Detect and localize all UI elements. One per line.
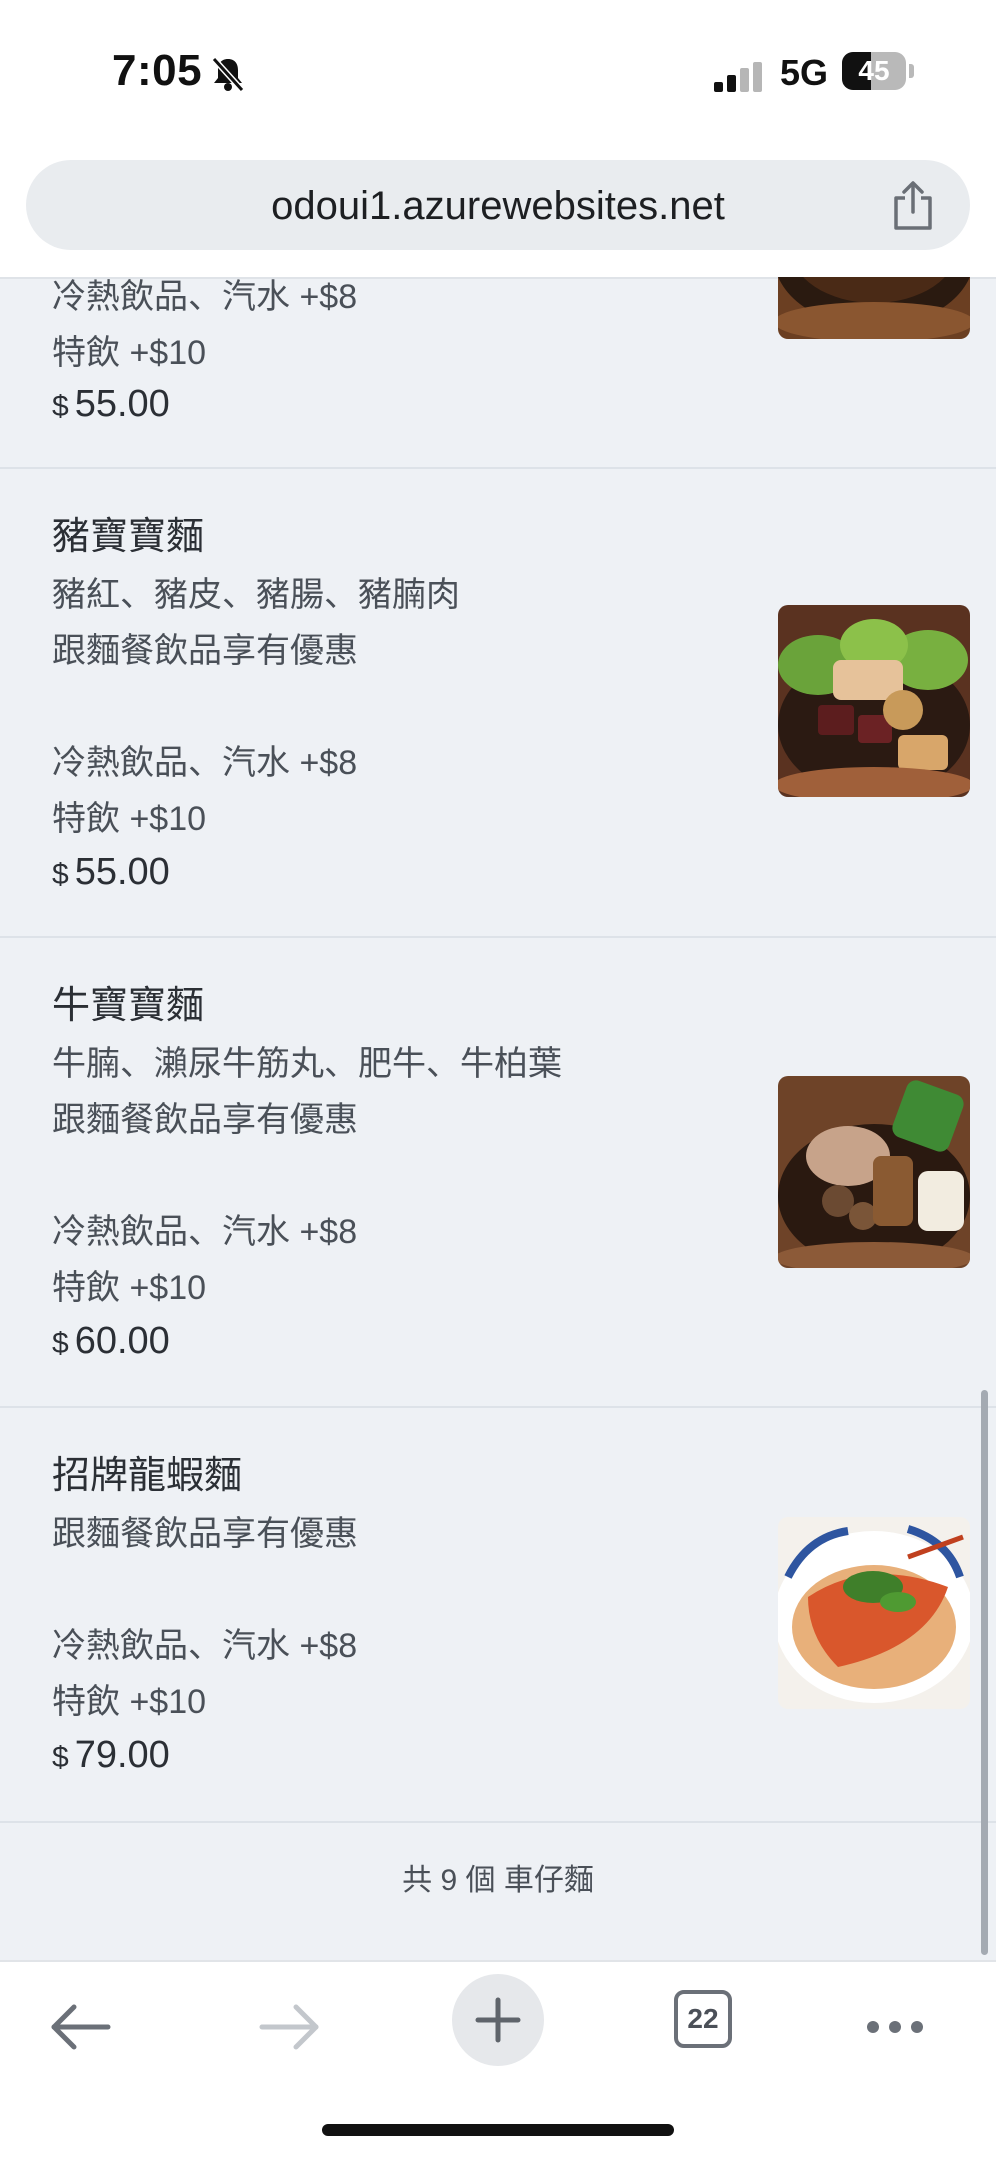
plus-icon [475,1997,521,2043]
item-price: $79.00 [52,1734,170,1777]
address-bar-area: odoui1.azurewebsites.net [0,150,996,279]
item-description-line: 跟麵餐飲品享有優惠 [52,1515,358,1553]
share-icon[interactable] [888,180,938,232]
price-value: 60.00 [74,1320,170,1362]
more-icon[interactable] [850,1982,940,2072]
item-price: $55.00 [52,383,170,426]
menu-item[interactable]: 牛寶寶麵 牛腩、瀨尿牛筋丸、肥牛、牛柏葉 跟麵餐飲品享有優惠 冷熱飲品、汽水 +… [0,936,996,1408]
item-option-line: 冷熱飲品、汽水 +$8 [52,1627,358,1665]
bell-slash-icon [211,56,245,93]
beef-noodle-photo[interactable] [778,1076,970,1268]
price-value: 55.00 [74,851,170,893]
item-count-footer: 共 9 個 車仔麵 [402,1864,594,1897]
forward-arrow-icon[interactable] [244,1982,334,2072]
item-option-line: 特飲 +$10 [52,1683,207,1721]
address-bar[interactable]: odoui1.azurewebsites.net [26,160,970,250]
item-description-line: 牛腩、瀨尿牛筋丸、肥牛、牛柏葉 [52,1045,562,1083]
currency-symbol: $ [52,390,69,423]
url-text[interactable]: odoui1.azurewebsites.net [26,184,970,229]
price-value: 55.00 [74,383,170,425]
pork-offal-noodle-photo[interactable] [778,605,970,797]
item-option-line: 特飲 +$10 [52,800,207,838]
item-name: 招牌龍蝦麵 [52,1455,243,1497]
item-option-line: 特飲 +$10 [52,334,207,372]
item-price: $60.00 [52,1320,170,1363]
currency-symbol: $ [52,858,69,891]
lobster-noodle-photo[interactable] [778,1517,970,1709]
cellular-signal-icon [714,62,766,92]
menu-list: 冷熱飲品、汽水 +$8 特飲 +$10 $55.00 豬寶寶麵 豬紅、豬皮、豬腸… [0,277,996,1960]
noodle-bowl-photo[interactable] [778,277,970,339]
price-value: 79.00 [74,1734,170,1776]
currency-symbol: $ [52,1741,69,1774]
browser-toolbar: 22 [0,1960,996,2162]
network-type: 5G [780,52,829,93]
menu-item[interactable]: 豬寶寶麵 豬紅、豬皮、豬腸、豬腩肉 跟麵餐飲品享有優惠 冷熱飲品、汽水 +$8 … [0,467,996,938]
item-option-line: 冷熱飲品、汽水 +$8 [52,744,358,782]
home-indicator [322,2124,674,2136]
menu-item[interactable]: 招牌龍蝦麵 跟麵餐飲品享有優惠 冷熱飲品、汽水 +$8 特飲 +$10 $79.… [0,1406,996,1823]
battery-cap [909,64,914,78]
item-description-line: 跟麵餐飲品享有優惠 [52,632,358,670]
item-price: $55.00 [52,851,170,894]
tabs-icon[interactable]: 22 [674,1990,732,2048]
item-name: 豬寶寶麵 [52,516,205,558]
status-bar: 7:05 5G 45 [0,0,996,150]
battery-level: 45 [858,55,890,86]
item-name: 牛寶寶麵 [52,985,205,1027]
back-arrow-icon[interactable] [36,1982,126,2072]
tab-count: 22 [687,2003,719,2034]
item-option-line: 冷熱飲品、汽水 +$8 [52,1213,358,1251]
scrollbar[interactable] [981,1390,988,1955]
item-description-line: 跟麵餐飲品享有優惠 [52,1101,358,1139]
battery-icon: 45 [842,52,906,90]
menu-item[interactable]: 冷熱飲品、汽水 +$8 特飲 +$10 $55.00 [0,277,996,469]
currency-symbol: $ [52,1327,69,1360]
item-description-line: 豬紅、豬皮、豬腸、豬腩肉 [52,576,460,614]
item-option-line: 特飲 +$10 [52,1269,207,1307]
new-tab-button[interactable] [452,1974,544,2066]
item-option-line: 冷熱飲品、汽水 +$8 [52,278,358,316]
status-time: 7:05 [112,46,203,95]
